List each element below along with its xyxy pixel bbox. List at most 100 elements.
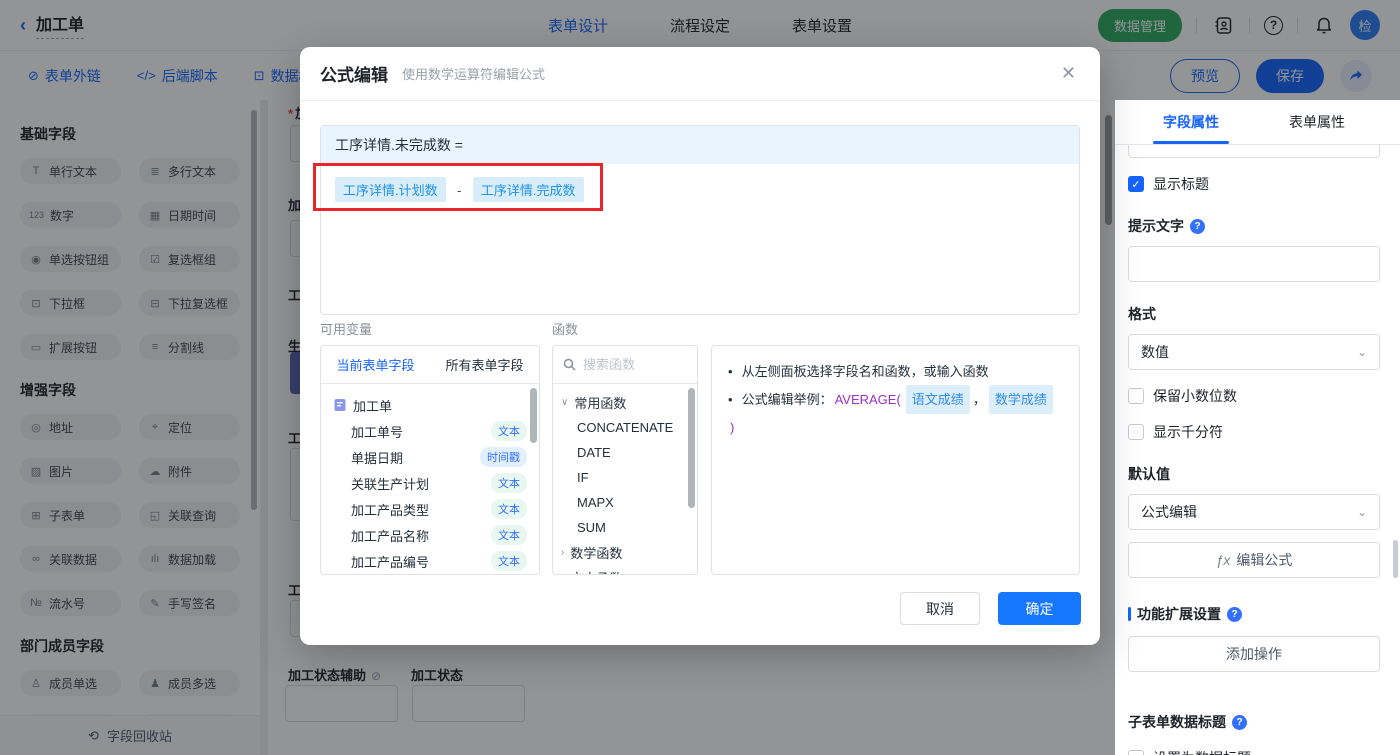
section-bar — [1128, 607, 1131, 621]
type-badge: 时间戳 — [480, 447, 527, 467]
checkbox-checked-icon[interactable]: ✓ — [1128, 176, 1144, 192]
function-item[interactable]: SUM — [553, 515, 697, 540]
type-badge: 文本 — [491, 473, 527, 493]
default-value: 公式编辑 — [1141, 504, 1197, 520]
modal-subtitle: 使用数学运算符编辑公式 — [402, 67, 546, 82]
tab-form-properties[interactable]: 表单属性 — [1254, 100, 1380, 144]
help-icon[interactable]: ? — [1232, 714, 1247, 730]
variables-root[interactable]: 加工单 — [321, 392, 539, 418]
type-badge: 文本 — [491, 421, 527, 441]
variable-item[interactable]: 加工单号 文本 — [321, 418, 539, 444]
hint-input[interactable] — [1128, 246, 1380, 282]
format-label: 格式 — [1128, 306, 1156, 322]
checkbox-unchecked-icon[interactable] — [1128, 750, 1144, 755]
thousand-label: 显示千分符 — [1153, 424, 1223, 440]
edit-formula-button[interactable]: ƒx 编辑公式 — [1128, 542, 1380, 578]
functions-panel: ∨常用函数 CONCATENATE DATE IF MAPX SUM ›数学函数… — [552, 345, 698, 575]
format-select[interactable]: 数值 ⌄ — [1128, 334, 1380, 370]
decimal-label: 保留小数位数 — [1153, 388, 1237, 404]
close-icon[interactable]: ✕ — [1057, 59, 1080, 88]
formula-target: 工序详情.未完成数 = — [321, 126, 1079, 164]
show-title-row[interactable]: ✓ 显示标题 — [1128, 174, 1380, 194]
variables-tabs: 当前表单字段 所有表单字段 — [321, 346, 539, 384]
variable-item[interactable]: 关联生产计划 文本 — [321, 470, 539, 496]
bullet: • — [728, 364, 733, 379]
chevron-down-icon: ⌄ — [1356, 505, 1367, 519]
set-data-title-label: 设置为数据标题 — [1153, 748, 1251, 755]
checkbox-unchecked-icon[interactable] — [1128, 388, 1144, 404]
function-group-common[interactable]: ∨ 常用函数 — [553, 390, 697, 415]
edit-formula-label: 编辑公式 — [1236, 552, 1293, 568]
variables-scrollbar[interactable] — [530, 388, 537, 443]
default-value-label: 默认值 — [1128, 466, 1170, 482]
checkbox-unchecked-icon[interactable] — [1128, 424, 1144, 440]
variables-root-label: 加工单 — [353, 398, 393, 414]
function-name-example: AVERAGE( — [834, 392, 901, 407]
properties-panel: 字段属性 表单属性 ✓ 显示标题 提示文字 ? 格式 数值 ⌄ 保留小数位数 显… — [1115, 100, 1400, 755]
function-item[interactable]: IF — [553, 465, 697, 490]
formula-editor[interactable]: 工序详情.未完成数 = 工序详情.计划数 - 工序详情.完成数 — [320, 125, 1080, 315]
variable-item[interactable]: 单据日期 时间戳 — [321, 444, 539, 470]
extension-settings-header: 功能扩展设置 ? — [1128, 604, 1380, 624]
cancel-button[interactable]: 取消 — [900, 592, 980, 625]
formula-tips-panel: • 从左侧面板选择字段名和函数，或输入函数 • 公式编辑举例： AVERAGE(语… — [711, 345, 1080, 575]
tip-line-1: • 从左侧面板选择字段名和函数，或输入函数 — [728, 358, 1063, 385]
function-search-input[interactable] — [583, 357, 678, 372]
set-data-title-row[interactable]: 设置为数据标题 — [1128, 748, 1380, 755]
subform-title-header: 子表单数据标题 ? — [1128, 712, 1380, 732]
decimal-row[interactable]: 保留小数位数 — [1128, 386, 1380, 406]
variable-item[interactable]: 加工产品编号 文本 — [321, 548, 539, 574]
chevron-down-icon: ∨ — [561, 397, 569, 408]
hint-label: 提示文字 ? — [1128, 216, 1380, 236]
type-badge: 文本 — [491, 551, 527, 571]
format-value: 数值 — [1141, 344, 1169, 360]
show-title-label: 显示标题 — [1153, 176, 1209, 192]
tab-current-form-fields[interactable]: 当前表单字段 — [321, 346, 430, 383]
formula-field-chip[interactable]: 工序详情.计划数 — [335, 177, 446, 202]
type-badge: 文本 — [491, 499, 527, 519]
help-icon[interactable]: ? — [1227, 606, 1242, 622]
formula-expression[interactable]: 工序详情.计划数 - 工序详情.完成数 — [321, 164, 1079, 215]
formula-edit-modal: 公式编辑 使用数学运算符编辑公式 ✕ 工序详情.未完成数 = 工序详情.计划数 … — [300, 47, 1100, 645]
confirm-button[interactable]: 确定 — [998, 592, 1081, 625]
tab-all-form-fields[interactable]: 所有表单字段 — [430, 346, 539, 383]
properties-tabs: 字段属性 表单属性 — [1115, 100, 1400, 145]
tab-field-properties[interactable]: 字段属性 — [1128, 100, 1254, 144]
function-search — [553, 346, 697, 384]
properties-scrollbar[interactable] — [1393, 540, 1398, 578]
function-group-math[interactable]: › 数学函数 — [553, 540, 697, 565]
example-field-chip: 数学成绩 — [988, 385, 1053, 414]
variable-item[interactable]: 加工产品名称 文本 — [321, 522, 539, 548]
tip-line-2: • 公式编辑举例： AVERAGE(语文成绩，数学成绩) — [728, 385, 1063, 441]
formula-field-chip[interactable]: 工序详情.完成数 — [472, 177, 584, 202]
chevron-right-icon: › — [561, 572, 564, 574]
chevron-right-icon: › — [561, 547, 565, 558]
function-item[interactable]: DATE — [553, 440, 697, 465]
function-group-text[interactable]: ›文本函数 — [553, 565, 697, 574]
bullet: • — [728, 392, 733, 407]
form-designer-app: ‹ 加工单 表单设计 流程设定 表单设置 数据管理 ? 检 ⊘ 表单外链 </>… — [0, 0, 1400, 755]
functions-label: 函数 — [552, 322, 579, 337]
modal-title: 公式编辑 — [320, 66, 388, 85]
variable-item[interactable]: 加工产品类型 文本 — [321, 496, 539, 522]
functions-scrollbar[interactable] — [688, 388, 695, 508]
thousand-row[interactable]: 显示千分符 — [1128, 422, 1380, 442]
title-input-partial[interactable] — [1128, 145, 1380, 158]
type-badge: 文本 — [491, 525, 527, 545]
formula-operator: - — [457, 183, 462, 198]
function-item[interactable]: MAPX — [553, 490, 697, 515]
search-icon — [563, 358, 576, 371]
fx-icon: ƒx — [1215, 552, 1231, 568]
function-item[interactable]: CONCATENATE — [553, 415, 697, 440]
chevron-down-icon: ⌄ — [1356, 345, 1367, 359]
default-value-select[interactable]: 公式编辑 ⌄ — [1128, 494, 1380, 530]
example-field-chip: 语文成绩 — [905, 385, 970, 414]
add-action-button[interactable]: 添加操作 — [1128, 636, 1380, 672]
function-close-paren: ) — [730, 420, 735, 435]
variables-panel: 当前表单字段 所有表单字段 加工单 加工单号 文本 单据日期 时间戳 关联生产计划文… — [320, 345, 540, 575]
add-action-label: 添加操作 — [1226, 646, 1282, 662]
modal-header: 公式编辑 使用数学运算符编辑公式 ✕ — [300, 47, 1100, 101]
form-doc-icon — [333, 398, 347, 412]
variables-label: 可用变量 — [320, 322, 373, 337]
help-icon[interactable]: ? — [1190, 218, 1205, 234]
